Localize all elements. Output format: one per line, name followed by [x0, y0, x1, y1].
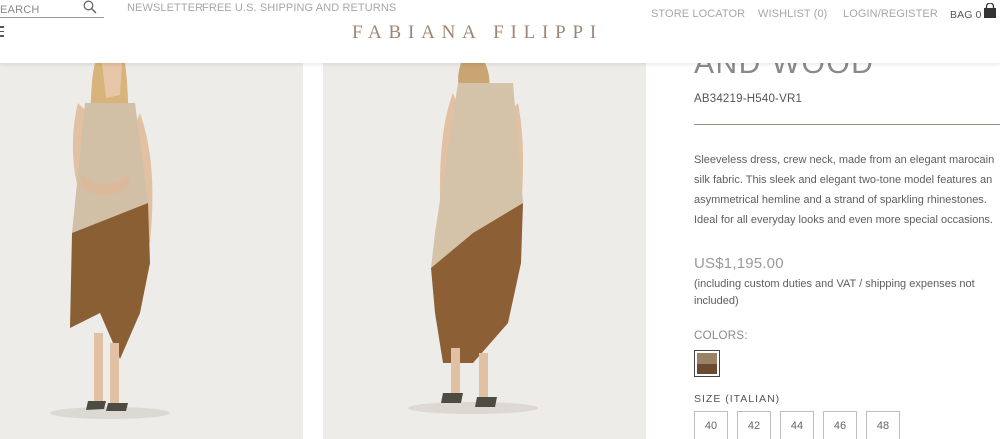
search-input[interactable] [0, 2, 80, 18]
search-icon[interactable] [83, 0, 97, 14]
model-back-illustration [323, 63, 646, 439]
free-shipping-link[interactable]: FREE U.S. SHIPPING AND RETURNS [202, 2, 396, 14]
swatch-top [697, 353, 717, 364]
newsletter-link[interactable]: NEWSLETTER [127, 2, 203, 14]
model-front-illustration [0, 63, 303, 439]
search-box[interactable] [0, 0, 104, 18]
site-header: NEWSLETTER FREE U.S. SHIPPING AND RETURN… [0, 0, 1000, 63]
swatch-bottom [697, 364, 717, 374]
login-register-link[interactable]: LOGIN/REGISTER [843, 8, 938, 20]
size-button-44[interactable]: 44 [780, 411, 814, 439]
product-description: Sleeveless dress, crew neck, made from a… [694, 154, 995, 226]
size-button-48[interactable]: 48 [866, 411, 900, 439]
divider [694, 124, 1000, 125]
color-swatch[interactable] [694, 350, 720, 377]
size-button-42[interactable]: 42 [737, 411, 771, 439]
menu-icon[interactable] [0, 26, 4, 38]
product-price: US$1,195.00 [694, 255, 784, 272]
size-label: SIZE (ITALIAN) [694, 393, 781, 405]
product-sku: AB34219-H540-VR1 [694, 93, 803, 105]
product-image-back[interactable] [323, 63, 646, 439]
size-button-40[interactable]: 40 [694, 411, 728, 439]
wishlist-link[interactable]: WISHLIST (0) [758, 8, 827, 20]
store-locator-link[interactable]: STORE LOCATOR [651, 8, 745, 20]
shopping-bag-icon[interactable] [983, 3, 997, 19]
brand-logo[interactable]: FABIANA FILIPPI [352, 22, 603, 44]
product-image-front[interactable] [0, 63, 303, 439]
price-note: (including custom duties and VAT / shipp… [694, 278, 975, 307]
bag-link[interactable]: BAG 0 [950, 9, 981, 21]
colors-label: COLORS: [694, 330, 748, 342]
size-button-46[interactable]: 46 [823, 411, 857, 439]
